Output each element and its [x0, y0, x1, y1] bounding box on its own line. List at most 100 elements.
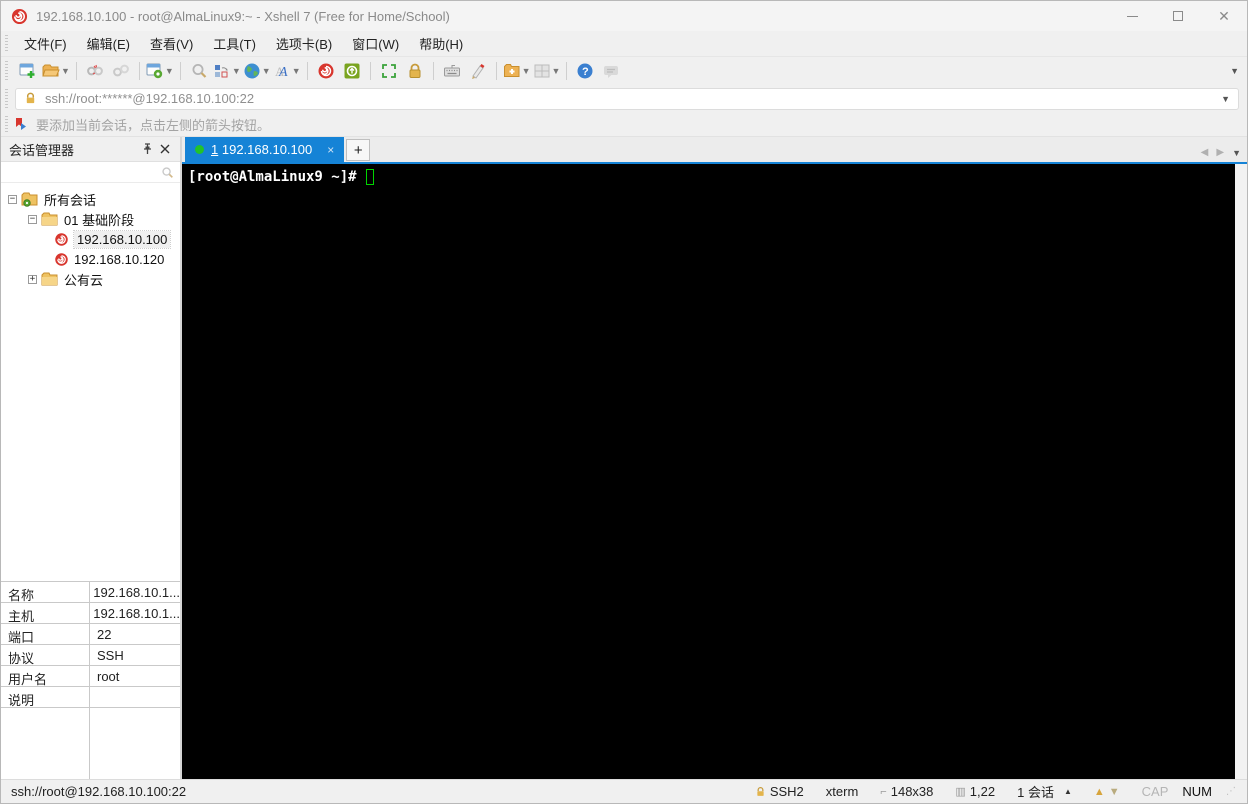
- session-search-input[interactable]: [1, 162, 180, 183]
- fullscreen-icon: [381, 64, 396, 78]
- menu-view[interactable]: 查看(V): [141, 31, 202, 56]
- menu-help[interactable]: 帮助(H): [410, 31, 472, 56]
- property-row-username[interactable]: 用户名 root: [1, 666, 180, 687]
- address-dropdown-caret[interactable]: ▼: [1221, 94, 1230, 104]
- reconnect-button[interactable]: [109, 59, 133, 83]
- property-label: 协议: [8, 651, 35, 666]
- fonts-dropdown[interactable]: ▼: [292, 66, 301, 76]
- compose-pen-button[interactable]: [466, 59, 490, 83]
- pin-panel-button[interactable]: [138, 140, 156, 158]
- close-button[interactable]: ✕: [1201, 1, 1247, 31]
- fonts-button[interactable]: A A ▼: [273, 59, 301, 83]
- tree-node-folder-01[interactable]: − 01 基础阶段: [1, 209, 180, 229]
- tree-label[interactable]: 192.168.10.100: [72, 229, 172, 249]
- lock-screen-button[interactable]: [403, 59, 427, 83]
- find-button[interactable]: [187, 59, 211, 83]
- menu-window[interactable]: 窗口(W): [343, 31, 408, 56]
- arrange-layout-dropdown[interactable]: ▼: [232, 66, 241, 76]
- fullscreen-button[interactable]: [377, 59, 401, 83]
- session-tree: − 所有会话 − 01 基础阶段 192.168.10.100 192.168.…: [1, 183, 180, 289]
- session-manager-title: 会话管理器: [9, 142, 75, 158]
- session-properties-button[interactable]: ▼: [146, 59, 174, 83]
- session-count-label: 1 会话: [1017, 785, 1054, 800]
- arrow-flag-icon: [16, 118, 26, 130]
- menu-edit[interactable]: 编辑(E): [78, 31, 139, 56]
- virtual-keyboard-button[interactable]: [440, 59, 464, 83]
- tab-scroll-right-icon[interactable]: ▶: [1216, 147, 1224, 158]
- collapse-icon[interactable]: −: [28, 214, 37, 224]
- disconnect-icon: [87, 64, 103, 76]
- resize-grip-icon[interactable]: ⋰: [1226, 786, 1237, 797]
- expand-icon[interactable]: +: [28, 274, 37, 284]
- svg-text:?: ?: [582, 66, 589, 78]
- status-terminal-size: ⌐ 148x38: [880, 784, 933, 799]
- session-properties-dropdown[interactable]: ▼: [165, 66, 174, 76]
- new-file-dropdown[interactable]: ▼: [522, 66, 531, 76]
- tree-node-session-120[interactable]: 192.168.10.120: [1, 249, 180, 269]
- title-bar[interactable]: 192.168.10.100 - root@AlmaLinux9:~ - Xsh…: [1, 1, 1247, 31]
- arrange-layout-icon: [214, 65, 228, 78]
- close-panel-button[interactable]: [156, 140, 174, 158]
- tile-windows-dropdown[interactable]: ▼: [552, 66, 561, 76]
- xftp-button[interactable]: [340, 59, 364, 83]
- web-browser-button[interactable]: ▼: [243, 59, 271, 83]
- toolbar-overflow-caret[interactable]: ▼: [1230, 66, 1239, 76]
- open-folder-dropdown[interactable]: ▼: [61, 66, 70, 76]
- menu-tabs[interactable]: 选项卡(B): [267, 31, 341, 56]
- terminal[interactable]: [root@AlmaLinux9 ~]#: [182, 164, 1235, 779]
- tree-node-folder-cloud[interactable]: + 公有云: [1, 269, 180, 289]
- open-folder-button[interactable]: ▼: [42, 59, 70, 83]
- property-row-name[interactable]: 名称 192.168.10.1...: [1, 582, 180, 603]
- minimize-button[interactable]: [1109, 1, 1155, 31]
- feedback-button[interactable]: [599, 59, 623, 83]
- new-file-button[interactable]: ▼: [503, 59, 531, 83]
- new-tab-button[interactable]: +: [346, 139, 371, 161]
- terminal-scrollbar[interactable]: [1235, 164, 1247, 779]
- scroll-up-icon[interactable]: ▲: [1094, 786, 1105, 798]
- folder-icon: [41, 212, 58, 225]
- tab-scroll-left-icon[interactable]: ◀: [1201, 147, 1209, 158]
- arrange-layout-button[interactable]: ▼: [213, 59, 241, 83]
- menu-file[interactable]: 文件(F): [15, 31, 76, 56]
- web-browser-icon: [244, 63, 260, 79]
- status-terminal-type[interactable]: xterm: [826, 784, 859, 799]
- address-input[interactable]: ssh://root:******@192.168.10.100:22 ▼: [15, 87, 1239, 110]
- property-row-protocol[interactable]: 协议 SSH: [1, 645, 180, 666]
- tab-session-active[interactable]: 1 192.168.10.100 ×: [185, 137, 345, 162]
- property-value: 192.168.10.1...: [93, 606, 180, 621]
- tab-list-caret[interactable]: ▼: [1232, 148, 1241, 158]
- scroll-down-icon[interactable]: ▼: [1109, 786, 1120, 798]
- ssh-lock-icon: [757, 786, 764, 796]
- search-icon: [162, 166, 173, 178]
- cursor-position-icon: ▥: [955, 786, 966, 798]
- tile-windows-button[interactable]: ▼: [533, 59, 561, 83]
- tree-label[interactable]: 所有会话: [44, 190, 96, 209]
- collapse-icon[interactable]: −: [8, 194, 17, 204]
- tree-node-all-sessions[interactable]: − 所有会话: [1, 189, 180, 209]
- maximize-button[interactable]: [1155, 1, 1201, 31]
- web-browser-dropdown[interactable]: ▼: [262, 66, 271, 76]
- tree-label[interactable]: 01 基础阶段: [64, 210, 134, 229]
- session-count-caret-icon[interactable]: ▲: [1064, 787, 1072, 796]
- property-row-host[interactable]: 主机 192.168.10.1...: [1, 603, 180, 624]
- open-folder-icon: [42, 64, 60, 77]
- reconnect-icon: [113, 64, 129, 77]
- terminal-prompt: [root@AlmaLinux9 ~]#: [188, 169, 366, 185]
- session-properties-grid: 名称 192.168.10.1... 主机 192.168.10.1... 端口…: [1, 581, 180, 779]
- property-row-description[interactable]: 说明: [1, 687, 180, 708]
- tree-node-session-100[interactable]: 192.168.10.100: [1, 229, 180, 249]
- property-row-port[interactable]: 端口 22: [1, 624, 180, 645]
- menu-tools[interactable]: 工具(T): [204, 31, 265, 56]
- help-button[interactable]: ?: [573, 59, 597, 83]
- tree-label[interactable]: 192.168.10.120: [74, 252, 164, 267]
- session-properties-icon: [146, 63, 163, 79]
- status-session-count[interactable]: 1 会话 ▲: [1017, 782, 1072, 801]
- num-lock-indicator: NUM: [1182, 784, 1212, 799]
- property-label: 用户名: [8, 672, 48, 687]
- xshell-logo-icon: [11, 8, 28, 24]
- disconnect-button[interactable]: [83, 59, 107, 83]
- tree-label[interactable]: 公有云: [64, 270, 103, 289]
- new-session-button[interactable]: [16, 59, 40, 83]
- tab-close-icon[interactable]: ×: [327, 143, 334, 157]
- xshell-button[interactable]: [314, 59, 338, 83]
